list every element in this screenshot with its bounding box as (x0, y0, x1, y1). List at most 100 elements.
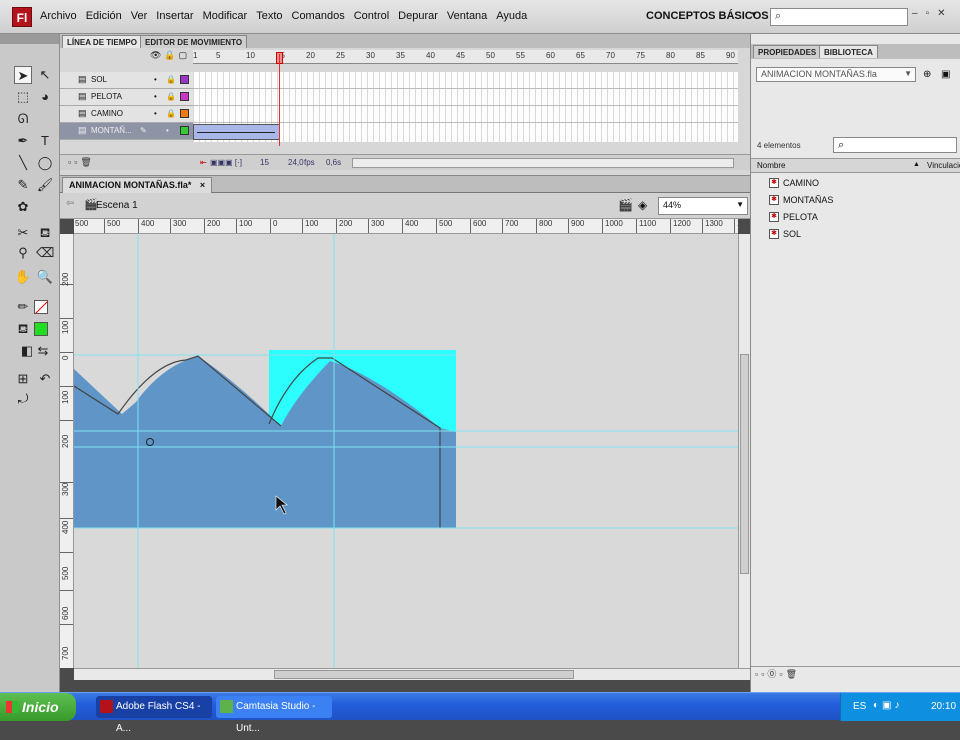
clock[interactable]: 20:10 (931, 701, 956, 712)
hand-tool-icon[interactable]: ✋ (14, 268, 32, 286)
menu-modificar[interactable]: Modificar (203, 10, 248, 22)
layer-outline-color[interactable] (180, 75, 189, 84)
timeline-scrollbar[interactable] (352, 158, 734, 168)
brush-tool-icon[interactable]: 🖌 (36, 176, 54, 194)
tab-motion-editor[interactable]: EDITOR DE MOVIMIENTO (140, 35, 248, 48)
library-search-input[interactable]: ⌕ (833, 137, 957, 153)
lasso-tool-icon[interactable]: ᘏ (14, 110, 32, 128)
layer-outline-color[interactable] (180, 92, 189, 101)
layer-outline-color[interactable] (180, 126, 189, 135)
motion-tween-span[interactable] (193, 124, 280, 140)
language-indicator[interactable]: ES (853, 701, 866, 712)
pen-tool-icon[interactable]: ✒ (14, 132, 32, 150)
menu-ayuda[interactable]: Ayuda (496, 10, 527, 22)
eyedropper-tool-icon[interactable]: ⚲ (14, 244, 32, 262)
panel-grip[interactable] (0, 34, 59, 44)
new-library-panel-icon[interactable]: ▣ (941, 69, 950, 80)
layer-row-pelota[interactable]: ▤ PELOTA • 🔒 (60, 89, 193, 106)
back-arrow-icon[interactable]: ⇦ (66, 198, 74, 209)
library-item[interactable]: ✱ CAMINO (751, 175, 960, 192)
visibility-dot-icon[interactable]: • (154, 92, 157, 101)
menu-control[interactable]: Control (354, 10, 389, 22)
center-frame-icon[interactable]: ⇤ (200, 158, 207, 167)
edit-scene-icon[interactable]: 🎬 (618, 198, 633, 212)
layer-row-montanas[interactable]: ▤ MONTAÑ... ✎ • (60, 123, 193, 140)
frame-ruler[interactable]: 1 5 10 15 20 25 30 35 40 45 50 55 60 65 … (193, 50, 738, 64)
lock-dot-icon[interactable]: • (166, 126, 169, 135)
close-icon[interactable]: × (200, 180, 205, 190)
free-transform-tool-icon[interactable]: ⬚ (14, 88, 32, 106)
column-linkage[interactable]: Vinculació (927, 161, 960, 170)
library-item[interactable]: ✱ MONTAÑAS (751, 192, 960, 209)
minimize-icon[interactable]: – (912, 8, 918, 19)
stage-canvas[interactable] (74, 234, 738, 668)
deco-tool-icon[interactable]: ✿ (14, 198, 32, 216)
menu-ver[interactable]: Ver (131, 10, 148, 22)
straighten-icon[interactable]: ⤾ (14, 390, 32, 408)
menu-ventana[interactable]: Ventana (447, 10, 487, 22)
tab-library[interactable]: BIBLIOTECA (819, 45, 878, 58)
lock-icon[interactable]: 🔒 (166, 109, 176, 118)
close-icon[interactable]: ✕ (937, 8, 945, 19)
text-tool-icon[interactable]: T (36, 132, 54, 150)
scroll-thumb[interactable] (740, 354, 749, 574)
stroke-color-swatch[interactable] (34, 300, 48, 314)
visibility-dot-icon[interactable]: • (154, 109, 157, 118)
menu-archivo[interactable]: Archivo (40, 10, 77, 22)
frame-rate-value[interactable]: 24,0 (288, 158, 304, 167)
scroll-thumb[interactable] (274, 670, 574, 679)
pencil-tool-icon[interactable]: ✎ (14, 176, 32, 194)
swap-colors-icon[interactable]: ⇆ (34, 342, 52, 360)
menu-comandos[interactable]: Comandos (292, 10, 345, 22)
new-layer-folder-delete-icons[interactable]: ▫▫🗑 (68, 157, 95, 168)
flash-app-icon[interactable]: Fl (12, 7, 32, 27)
fill-color-swatch[interactable] (34, 322, 48, 336)
tab-timeline[interactable]: LÍNEA DE TIEMPO (62, 35, 142, 48)
horizontal-scrollbar[interactable] (74, 668, 750, 680)
paint-bucket-tool-icon[interactable]: ⛾ (36, 224, 54, 242)
sort-asc-icon[interactable]: ▲ (913, 161, 920, 168)
menu-texto[interactable]: Texto (256, 10, 282, 22)
menu-insertar[interactable]: Insertar (156, 10, 193, 22)
layer-visibility-lock-outline-icons[interactable]: 👁🔒▢ (150, 50, 190, 61)
chevron-down-icon[interactable]: ▼ (736, 200, 744, 209)
library-item[interactable]: ✱ PELOTA (751, 209, 960, 226)
onion-skin-icons[interactable]: ▣▣▣ [·] (210, 158, 242, 167)
lock-icon[interactable]: 🔒 (166, 92, 176, 101)
menu-depurar[interactable]: Depurar (398, 10, 438, 22)
layer-row-sol[interactable]: ▤ SOL • 🔒 (60, 72, 193, 89)
lock-icon[interactable]: 🔒 (166, 75, 176, 84)
zoom-select[interactable]: 44% ▼ (658, 197, 748, 215)
chevron-down-icon[interactable]: ▼ (904, 69, 912, 78)
3d-rotation-tool-icon[interactable]: ◕ (36, 88, 54, 106)
bone-tool-icon[interactable]: ✂ (14, 224, 32, 242)
library-document-select[interactable]: ANIMACION MONTAÑAS.fla ▼ (756, 67, 916, 82)
line-tool-icon[interactable]: ╲ (14, 154, 32, 172)
task-camtasia[interactable]: Camtasia Studio - Unt... (216, 696, 332, 734)
menu-edicion[interactable]: Edición (86, 10, 122, 22)
chevron-down-icon[interactable]: ▼ (750, 10, 758, 19)
help-search-input[interactable]: ⌕ (770, 8, 908, 26)
pin-icon[interactable]: ⊕ (923, 69, 931, 80)
document-tab[interactable]: ANIMACION MONTAÑAS.fla* × (62, 177, 213, 193)
zoom-tool-icon[interactable]: 🔍 (36, 268, 54, 286)
layer-outline-color[interactable] (180, 109, 189, 118)
frame-grid[interactable] (193, 72, 738, 142)
tray-icons[interactable]: ◐▣♪ (873, 700, 903, 711)
selection-tool-icon[interactable]: ➤ (14, 66, 32, 84)
start-button[interactable]: Inicio (0, 693, 76, 721)
library-item[interactable]: ✱ SOL (751, 226, 960, 243)
smooth-icon[interactable]: ↶ (36, 370, 54, 388)
eraser-tool-icon[interactable]: ⌫ (36, 244, 54, 262)
oval-tool-icon[interactable]: ◯ (36, 154, 54, 172)
layer-row-camino[interactable]: ▤ CAMINO • 🔒 (60, 106, 193, 123)
vertical-scrollbar[interactable] (738, 234, 750, 668)
column-name[interactable]: Nombre (757, 161, 785, 170)
task-flash[interactable]: Adobe Flash CS4 - A... (96, 696, 212, 734)
scene-breadcrumb[interactable]: Escena 1 (96, 200, 138, 211)
edit-symbols-icon[interactable]: ◈ (638, 198, 647, 212)
subselection-tool-icon[interactable]: ↖ (36, 66, 54, 84)
restore-icon[interactable]: ▫ (926, 8, 930, 19)
visibility-dot-icon[interactable]: • (154, 75, 157, 84)
tab-properties[interactable]: PROPIEDADES (753, 45, 822, 58)
